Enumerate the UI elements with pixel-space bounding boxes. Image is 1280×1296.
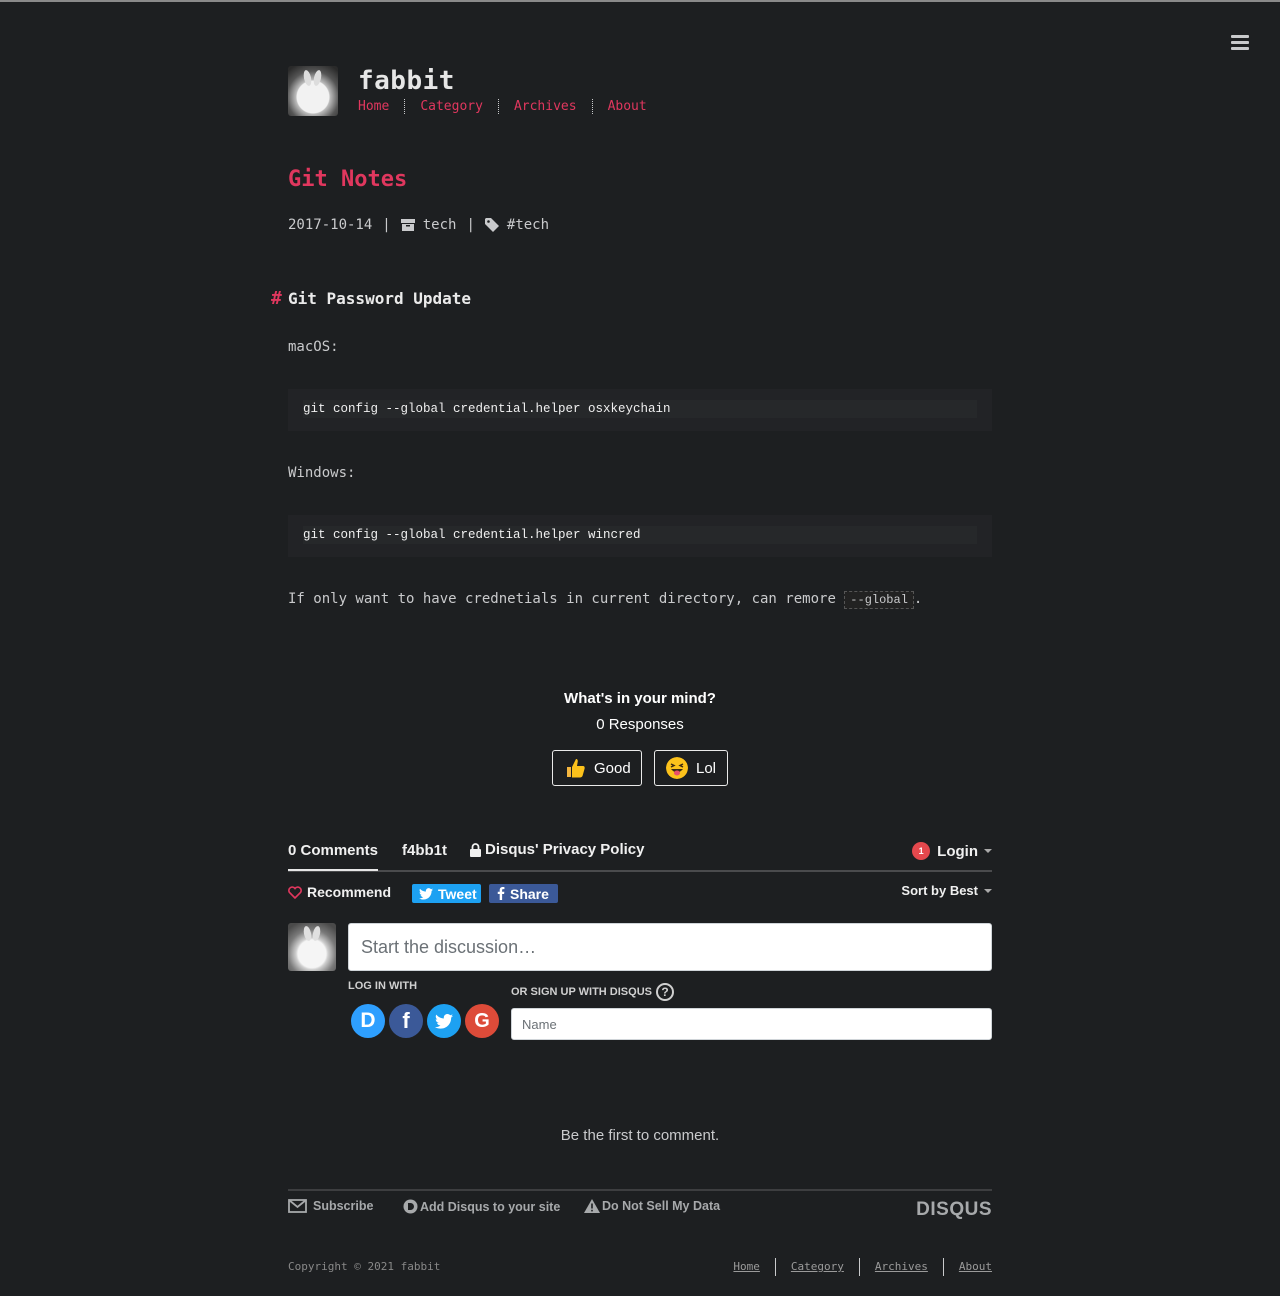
top-border bbox=[0, 0, 1280, 2]
caret-down-icon bbox=[984, 849, 992, 853]
footer-nav-home[interactable]: Home bbox=[718, 1258, 776, 1276]
sort-dropdown[interactable]: Sort by Best bbox=[901, 883, 992, 898]
thumbs-up-icon bbox=[567, 759, 585, 778]
login-menu[interactable]: 1 Login bbox=[912, 842, 992, 860]
archive-icon bbox=[400, 219, 415, 231]
tweet-button[interactable]: Tweet bbox=[412, 884, 481, 903]
reactions-title: What's in your mind? bbox=[564, 690, 716, 707]
site-title[interactable]: fabbit bbox=[358, 66, 455, 96]
reaction-lol-label: Lol bbox=[696, 759, 717, 777]
code-block-windows: git config --global credential.helper wi… bbox=[288, 515, 992, 557]
disqus-login-icon[interactable]: D bbox=[351, 1004, 385, 1038]
empty-comments-message: Be the first to comment. bbox=[560, 1127, 720, 1144]
recommend-button[interactable]: Recommend bbox=[288, 884, 391, 900]
sort-label: Sort by Best bbox=[901, 883, 978, 898]
active-tab-indicator bbox=[288, 869, 378, 871]
section-heading: # Git Password Update bbox=[271, 288, 992, 309]
add-disqus-link[interactable]: Add Disqus to your site bbox=[403, 1199, 560, 1214]
recommend-label: Recommend bbox=[307, 884, 392, 900]
nav-archives[interactable]: Archives bbox=[499, 99, 593, 114]
post-title: Git Notes bbox=[288, 167, 408, 192]
site-header: fabbit Home Category Archives About bbox=[288, 66, 992, 118]
heading-text: Git Password Update bbox=[288, 289, 472, 308]
nav-home[interactable]: Home bbox=[358, 99, 406, 114]
disqus-icon bbox=[403, 1199, 418, 1214]
log-in-with-label: LOG IN WITH bbox=[348, 980, 418, 992]
signup-text: OR SIGN UP WITH DISQUS bbox=[511, 986, 652, 998]
note-text: If only want to have crednetials in curr… bbox=[288, 591, 845, 607]
post-tag[interactable]: #tech bbox=[507, 217, 549, 233]
post-category[interactable]: tech bbox=[423, 217, 457, 233]
footer-nav: Home Category Archives About bbox=[718, 1258, 992, 1276]
reactions-count: 0 Responses bbox=[596, 716, 684, 733]
reaction-good-button[interactable]: Good bbox=[552, 750, 642, 786]
post-meta: 2017-10-14 | tech | #tech bbox=[288, 217, 992, 233]
lock-icon bbox=[470, 842, 481, 857]
nav-category[interactable]: Category bbox=[405, 99, 499, 114]
caret-down-icon bbox=[984, 888, 992, 893]
nav-about[interactable]: About bbox=[593, 99, 662, 114]
do-not-sell-link[interactable]: Do Not Sell My Data bbox=[584, 1199, 720, 1213]
code-line: git config --global credential.helper os… bbox=[303, 400, 977, 418]
facebook-icon bbox=[497, 887, 505, 900]
disqus-footer: Subscribe Add Disqus to your site Do Not… bbox=[288, 1189, 992, 1221]
tab-comments[interactable]: 0 Comments bbox=[288, 842, 378, 859]
main-nav: Home Category Archives About bbox=[358, 99, 662, 114]
heading-anchor[interactable]: # bbox=[271, 288, 282, 309]
paragraph-windows: Windows: bbox=[288, 465, 356, 481]
user-avatar bbox=[288, 923, 336, 971]
site-logo[interactable] bbox=[288, 66, 338, 116]
reaction-good-label: Good bbox=[594, 759, 631, 777]
meta-separator: | bbox=[382, 217, 391, 233]
notification-badge: 1 bbox=[912, 842, 931, 860]
tweet-label: Tweet bbox=[438, 885, 477, 902]
twitter-login-icon[interactable] bbox=[427, 1004, 461, 1038]
envelope-icon bbox=[288, 1199, 307, 1213]
tab-privacy[interactable]: Disqus' Privacy Policy bbox=[470, 841, 644, 858]
facebook-login-icon[interactable]: f bbox=[389, 1004, 423, 1038]
inline-code: --global bbox=[844, 591, 914, 609]
share-label: Share bbox=[510, 885, 549, 902]
google-login-icon[interactable]: G bbox=[465, 1004, 499, 1038]
twitter-icon bbox=[419, 887, 433, 900]
heart-icon bbox=[288, 885, 302, 899]
laughing-tongue-icon bbox=[666, 757, 688, 779]
reaction-lol-button[interactable]: Lol bbox=[654, 750, 728, 786]
paragraph-macos: macOS: bbox=[288, 339, 339, 355]
tag-icon bbox=[484, 218, 499, 232]
login-label: Login bbox=[937, 842, 978, 860]
help-icon[interactable]: ? bbox=[655, 983, 674, 1001]
post-date: 2017-10-14 bbox=[288, 217, 373, 233]
privacy-label: Disqus' Privacy Policy bbox=[485, 841, 645, 858]
name-field[interactable]: Name bbox=[511, 1008, 992, 1040]
signup-label: OR SIGN UP WITH DISQUS ? bbox=[511, 983, 674, 1001]
subscribe-link[interactable]: Subscribe bbox=[288, 1199, 373, 1213]
do-not-sell-label: Do Not Sell My Data bbox=[602, 1199, 721, 1213]
facebook-share-button[interactable]: Share bbox=[489, 884, 558, 903]
meta-separator: | bbox=[466, 217, 475, 233]
disqus-tabs: 0 Comments f4bb1t Disqus' Privacy Policy… bbox=[288, 840, 992, 872]
comment-composer[interactable]: Start the discussion… bbox=[348, 923, 992, 971]
paragraph-note: If only want to have crednetials in curr… bbox=[288, 591, 992, 609]
note-end: . bbox=[913, 591, 923, 607]
footer-nav-category[interactable]: Category bbox=[776, 1258, 860, 1276]
footer-nav-archives[interactable]: Archives bbox=[860, 1258, 944, 1276]
comment-actions: Recommend Tweet Share Sort by Best bbox=[288, 883, 992, 905]
code-line: git config --global credential.helper wi… bbox=[303, 526, 977, 544]
add-disqus-label: Add Disqus to your site bbox=[420, 1199, 561, 1214]
tab-community[interactable]: f4bb1t bbox=[402, 842, 447, 859]
copyright: Copyright © 2021 fabbit bbox=[288, 1260, 441, 1273]
code-block-macos: git config --global credential.helper os… bbox=[288, 389, 992, 431]
hamburger-menu-icon[interactable] bbox=[1231, 35, 1249, 51]
warning-icon bbox=[584, 1199, 600, 1213]
footer-nav-about[interactable]: About bbox=[944, 1258, 992, 1276]
subscribe-label: Subscribe bbox=[313, 1199, 374, 1213]
disqus-logo[interactable]: DISQUS bbox=[916, 1199, 992, 1221]
